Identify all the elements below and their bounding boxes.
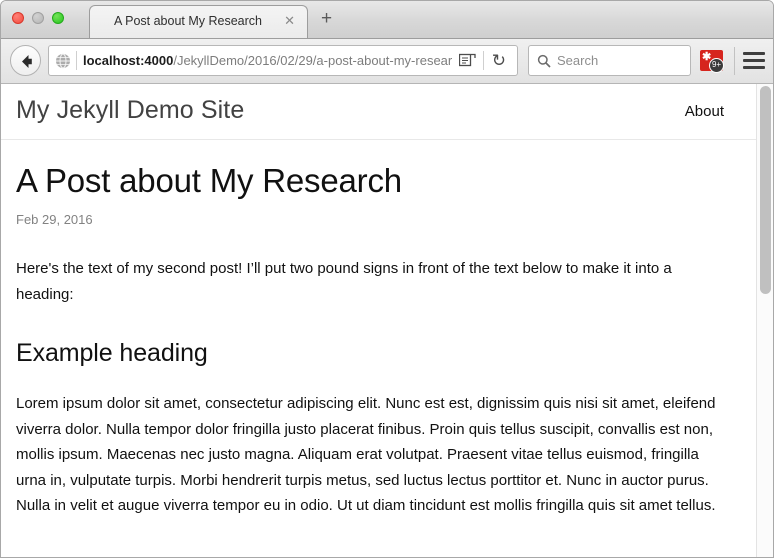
back-button[interactable]	[10, 45, 41, 76]
url-host: localhost:4000	[83, 53, 173, 68]
window-controls	[12, 12, 64, 24]
post-intro-paragraph: Here's the text of my second post! I’ll …	[16, 256, 724, 307]
tab-title: A Post about My Research	[108, 14, 268, 28]
new-tab-button[interactable]: +	[321, 9, 332, 28]
post-section-heading: Example heading	[16, 339, 724, 367]
minimize-window-button[interactable]	[32, 12, 44, 24]
site-title[interactable]: My Jekyll Demo Site	[16, 96, 244, 125]
url-path: /JekyllDemo/2016/02/29/a-post-about-my-r…	[173, 53, 452, 68]
post-body-paragraph: Lorem ipsum dolor sit amet, consectetur …	[16, 391, 724, 519]
post-article: A Post about My Research Feb 29, 2016 He…	[1, 162, 758, 519]
scrollbar-thumb[interactable]	[760, 86, 771, 294]
menu-bar-2	[743, 59, 765, 62]
vertical-scrollbar[interactable]	[756, 84, 773, 558]
search-bar[interactable]: Search	[528, 45, 691, 76]
reader-view-icon[interactable]	[459, 53, 476, 68]
navigation-toolbar: localhost:4000/JekyllDemo/2016/02/29/a-p…	[1, 39, 773, 84]
maximize-window-button[interactable]	[52, 12, 64, 24]
address-bar[interactable]: localhost:4000/JekyllDemo/2016/02/29/a-p…	[48, 45, 518, 76]
reload-icon[interactable]: ↻	[492, 52, 506, 69]
tab-close-icon[interactable]: ✕	[284, 14, 295, 28]
search-icon	[537, 54, 551, 68]
globe-icon	[55, 53, 71, 69]
browser-tab-active[interactable]: A Post about My Research ✕	[89, 5, 308, 38]
close-window-button[interactable]	[12, 12, 24, 24]
toolbar-divider	[483, 51, 484, 70]
post-title: A Post about My Research	[16, 162, 724, 200]
hamburger-menu-icon[interactable]	[743, 52, 765, 69]
web-page: My Jekyll Demo Site About A Post about M…	[1, 84, 758, 558]
tab-strip: A Post about My Research ✕ +	[1, 1, 773, 39]
menu-bar-1	[743, 52, 765, 55]
back-arrow-icon	[17, 52, 36, 71]
extension-button[interactable]: ✱ 9+	[700, 50, 723, 71]
extension-badge-count: 9+	[709, 58, 724, 73]
site-header: My Jekyll Demo Site About	[1, 84, 758, 140]
menu-bar-3	[743, 66, 765, 69]
post-date: Feb 29, 2016	[16, 212, 724, 227]
toolbar-separator	[734, 47, 735, 75]
page-viewport: My Jekyll Demo Site About A Post about M…	[1, 84, 773, 558]
address-bar-url: localhost:4000/JekyllDemo/2016/02/29/a-p…	[83, 53, 459, 69]
search-input-placeholder: Search	[557, 53, 598, 68]
browser-window: A Post about My Research ✕ + localhost:4…	[0, 0, 774, 558]
nav-link-about[interactable]: About	[685, 103, 724, 120]
address-bar-divider	[76, 51, 77, 70]
